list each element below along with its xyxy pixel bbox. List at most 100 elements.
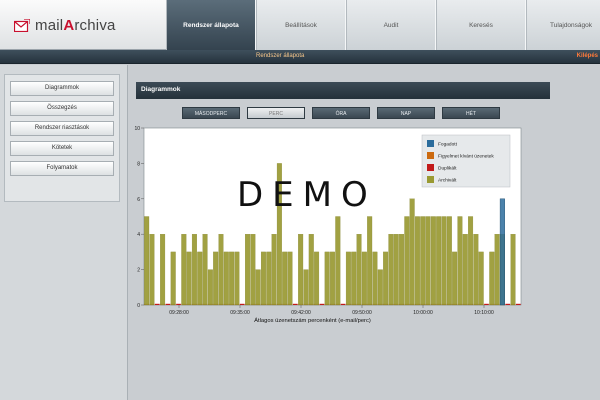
y-tick-label: 8 [137, 161, 140, 167]
archived-bar [324, 251, 330, 306]
duplicate-bar [484, 303, 489, 305]
x-axis-label: Átlagos üzenetszám percenként (e-mail/pe… [254, 317, 371, 324]
legend-swatch [427, 164, 434, 171]
y-tick-label: 6 [137, 197, 140, 203]
archived-bar [260, 251, 266, 306]
period-hour-button[interactable]: ÓRA [312, 107, 370, 119]
tab-system-status[interactable]: Rendszer állapota [166, 0, 256, 50]
sidebar-item-charts[interactable]: Diagrammok [10, 81, 114, 96]
tab-properties[interactable]: Tulajdonságok [526, 0, 600, 50]
archived-bar [308, 234, 314, 306]
archived-bar [420, 216, 426, 306]
archived-bar [468, 216, 474, 306]
archived-bar [377, 269, 383, 306]
period-week-button[interactable]: HÉT [442, 107, 500, 119]
period-second-button[interactable]: MÁSODPERC [182, 107, 240, 119]
demo-watermark: DEMO [237, 175, 377, 215]
period-selector: MÁSODPERC PERC ÓRA NAP HÉT [182, 107, 507, 119]
duplicate-bar [292, 303, 298, 305]
duplicate-bar [165, 303, 171, 305]
archived-bar [282, 251, 288, 306]
archived-bar [494, 234, 500, 306]
logo-text-rest: rchiva [74, 16, 116, 34]
app-logo[interactable]: mailArchiva [14, 15, 116, 35]
y-tick-label: 2 [137, 268, 140, 274]
legend-box [421, 134, 511, 188]
archived-bar [218, 234, 224, 306]
y-tick-label: 0 [137, 303, 140, 309]
archived-bar [330, 251, 335, 306]
archived-bar [266, 251, 272, 306]
archived-bar [436, 216, 442, 306]
archived-bar [462, 234, 468, 306]
sidebar-panel: Diagrammok Összegzés Rendszer riasztások… [4, 74, 120, 202]
legend-swatch [427, 152, 434, 159]
archived-bar [298, 234, 304, 306]
duplicate-bar [340, 303, 346, 305]
sub-bar: Rendszer állapota Kilépés [0, 50, 600, 64]
archived-bar [473, 234, 479, 306]
period-day-button[interactable]: NAP [377, 107, 435, 119]
archived-bar [404, 216, 410, 306]
period-minute-button[interactable]: PERC [247, 107, 305, 119]
archived-bar [250, 234, 256, 306]
section-title: Rendszer állapota [256, 53, 305, 59]
archived-bar [160, 234, 166, 306]
legend-swatch [427, 140, 434, 147]
logout-link[interactable]: Kilépés [577, 53, 598, 59]
archived-bar [271, 234, 277, 306]
duplicate-bar [516, 303, 521, 305]
logo-text-accent: A [63, 16, 75, 34]
legend-label: Archivált [438, 178, 457, 184]
archived-bar [489, 251, 495, 306]
archived-bar [197, 251, 203, 306]
sidebar: Diagrammok Összegzés Rendszer riasztások… [0, 65, 128, 400]
duplicate-bar [505, 303, 511, 305]
x-tick-label: 09:28:00 [169, 310, 189, 316]
archived-bar [425, 216, 431, 306]
archived-bar [149, 234, 155, 306]
archived-bar [223, 251, 229, 306]
archived-bar [181, 234, 187, 306]
archived-bar [213, 251, 219, 306]
sidebar-item-processes[interactable]: Folyamatok [10, 161, 114, 176]
received-bar [499, 198, 505, 306]
archived-bar [314, 251, 320, 306]
x-tick-label: 10:00:00 [413, 310, 433, 316]
archived-bar [356, 234, 362, 306]
message-rate-chart: 0 2 4 6 8 10 09:28:00 09:35:00 09:42:00 09:50:00 1… [134, 126, 522, 324]
archived-bar [457, 216, 463, 306]
legend-label: Duplikált [438, 166, 457, 172]
tab-audit[interactable]: Audit [346, 0, 436, 50]
main-nav: Rendszer állapota Beállítások Audit Kere… [166, 0, 600, 50]
x-tick-label: 10:10:00 [474, 310, 494, 316]
sidebar-item-system-alerts[interactable]: Rendszer riasztások [10, 121, 114, 136]
legend-label: Fogadott [438, 142, 458, 148]
archived-bar [351, 251, 357, 306]
legend-label: Figyelmet kívánt üzenetek [438, 154, 494, 160]
duplicate-bar [176, 303, 181, 305]
archived-bar [287, 251, 293, 306]
archived-bar [144, 216, 150, 306]
archived-bar [367, 216, 373, 306]
tab-search[interactable]: Keresés [436, 0, 526, 50]
archived-bar [388, 234, 394, 306]
logo-text-main: mail [35, 16, 64, 34]
archived-bar [245, 234, 251, 306]
sidebar-item-summary[interactable]: Összegzés [10, 101, 114, 116]
archived-bar [399, 234, 405, 306]
archived-bar [452, 251, 458, 306]
archived-bar [383, 251, 389, 306]
archived-bar [414, 216, 420, 306]
archived-bar [393, 234, 399, 306]
sidebar-item-volumes[interactable]: Kötetek [10, 141, 114, 156]
archived-bar [234, 251, 240, 306]
tab-settings[interactable]: Beállítások [256, 0, 346, 50]
archived-bar [478, 251, 484, 306]
archived-bar [202, 234, 208, 306]
panel-title: Diagrammok [136, 82, 550, 99]
archived-bar [170, 251, 176, 306]
x-tick-label: 09:35:00 [230, 310, 250, 316]
archived-bar [361, 251, 367, 306]
archived-bar [510, 234, 516, 306]
